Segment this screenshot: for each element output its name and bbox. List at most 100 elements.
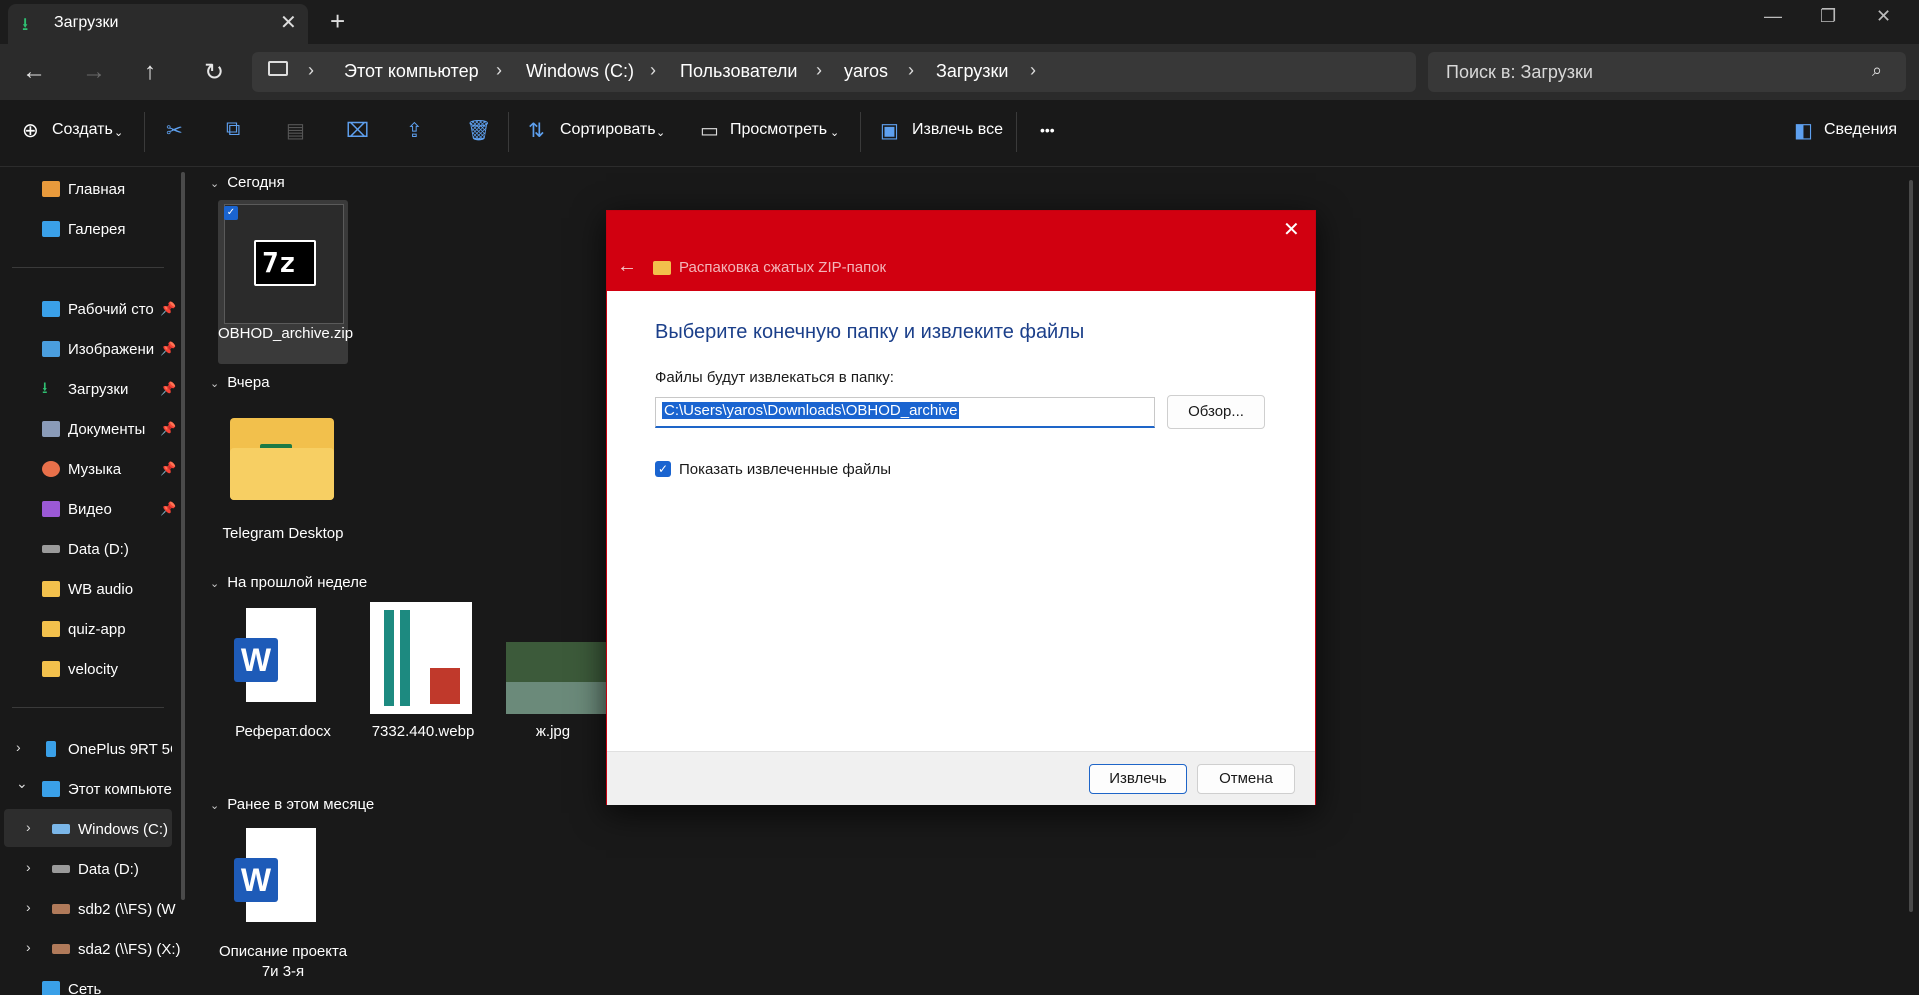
- view-button[interactable]: Просмотреть: [730, 121, 827, 139]
- file-tile-webp[interactable]: 7332.440.webp: [358, 602, 488, 752]
- sidebar-item-data-d[interactable]: Data (D:): [12, 533, 172, 567]
- pin-icon[interactable]: 📌: [160, 421, 176, 437]
- more-options-icon[interactable]: •••: [1040, 122, 1055, 138]
- sidebar-item-label: Сеть: [68, 981, 102, 995]
- sidebar-item-velocity[interactable]: velocity: [12, 653, 172, 687]
- cut-icon[interactable]: ✂: [166, 118, 183, 143]
- group-header-earlier-month[interactable]: ⌄ Ранее в этом месяце: [210, 796, 374, 813]
- group-label: Вчера: [227, 374, 270, 391]
- breadcrumb-users[interactable]: Пользователи: [680, 61, 797, 82]
- tab-close-icon[interactable]: ✕: [280, 10, 297, 35]
- rename-icon[interactable]: ⌧: [346, 118, 369, 143]
- sidebar-item-downloads[interactable]: ⭳ Загрузки: [12, 373, 172, 407]
- create-button[interactable]: Создать: [52, 121, 113, 139]
- sidebar-item-pictures[interactable]: Изображени: [12, 333, 172, 367]
- paste-icon[interactable]: ▤: [286, 118, 305, 143]
- search-input[interactable]: Поиск в: Загрузки: [1446, 62, 1593, 83]
- file-tile-archive[interactable]: ✓ 7z OBHOD_archive.zip: [218, 200, 353, 364]
- group-header-yesterday[interactable]: ⌄ Вчера: [210, 374, 270, 391]
- chevron-down-icon: ⌄: [210, 578, 220, 590]
- content-scrollbar[interactable]: [1909, 180, 1913, 912]
- sidebar-item-label: Рабочий сто: [68, 301, 154, 318]
- forward-arrow-icon[interactable]: →: [82, 58, 106, 86]
- file-tile-referat[interactable]: W Реферат.docx: [218, 602, 348, 752]
- sidebar-item-home[interactable]: Главная: [12, 173, 172, 207]
- tab-downloads[interactable]: ⭳ Загрузки ✕: [8, 4, 308, 44]
- sidebar-item-label: Windows (C:): [78, 821, 169, 838]
- back-arrow-icon[interactable]: ←: [22, 58, 46, 86]
- extract-all-button[interactable]: Извлечь все: [912, 121, 1003, 139]
- breadcrumb-windows-c[interactable]: Windows (C:): [526, 61, 634, 82]
- view-icon[interactable]: ▭: [700, 118, 719, 143]
- destination-path-input[interactable]: C:\Users\yaros\Downloads\OBHOD_archive: [655, 397, 1155, 428]
- chevron-down-icon[interactable]: ⌄: [114, 126, 123, 139]
- file-tile-telegram[interactable]: Telegram Desktop: [218, 400, 348, 570]
- sort-button[interactable]: Сортировать: [560, 121, 656, 139]
- sidebar-item-network[interactable]: Сеть: [12, 973, 172, 995]
- pin-icon[interactable]: 📌: [160, 461, 176, 477]
- up-arrow-icon[interactable]: ↑: [144, 58, 156, 86]
- sidebar-scrollbar[interactable]: [181, 172, 185, 900]
- back-arrow-icon[interactable]: ←: [617, 255, 637, 278]
- sidebar-item-this-pc[interactable]: Этот компьютер: [12, 773, 172, 807]
- sidebar-item-gallery[interactable]: Галерея: [12, 213, 172, 247]
- breadcrumb-yaros[interactable]: yaros: [844, 61, 888, 82]
- pin-icon[interactable]: 📌: [160, 381, 176, 397]
- delete-icon[interactable]: 🗑: [466, 118, 491, 143]
- chevron-down-icon[interactable]: ⌄: [830, 126, 839, 139]
- sidebar-item-phone[interactable]: OnePlus 9RT 5G: [12, 733, 172, 767]
- sidebar-item-documents[interactable]: Документы: [12, 413, 172, 447]
- sidebar-item-quiz-app[interactable]: quiz-app: [12, 613, 172, 647]
- sidebar-item-videos[interactable]: Видео: [12, 493, 172, 527]
- title-bar: ⭳ Загрузки ✕ + — ❐ ✕: [0, 0, 1919, 44]
- sidebar-item-label: quiz-app: [68, 621, 126, 638]
- sort-icon[interactable]: ⇅: [528, 118, 545, 143]
- word-document-icon: W: [234, 608, 316, 702]
- chevron-down-icon[interactable]: ⌄: [656, 126, 665, 139]
- browse-button[interactable]: Обзор...: [1167, 395, 1265, 429]
- new-tab-button[interactable]: +: [330, 6, 345, 37]
- search-box[interactable]: Поиск в: Загрузки ⌕: [1428, 52, 1906, 92]
- cancel-button[interactable]: Отмена: [1197, 764, 1295, 794]
- show-files-checkbox[interactable]: ✓: [655, 461, 671, 477]
- extract-icon[interactable]: ▣: [880, 118, 899, 143]
- extract-button[interactable]: Извлечь: [1089, 764, 1187, 794]
- restore-icon[interactable]: ❐: [1820, 6, 1836, 27]
- pin-icon[interactable]: 📌: [160, 501, 176, 517]
- sidebar-item-label: Музыка: [68, 461, 122, 478]
- sidebar-item-wb-audio[interactable]: WB audio: [12, 573, 172, 607]
- show-files-label[interactable]: Показать извлеченные файлы: [679, 461, 891, 478]
- sidebar-item-desktop[interactable]: Рабочий сто: [12, 293, 172, 327]
- checkbox-icon[interactable]: ✓: [224, 206, 238, 220]
- sidebar-item-windows-c[interactable]: Windows (C:): [22, 813, 182, 847]
- share-icon[interactable]: ⇪: [406, 118, 423, 143]
- sidebar-item-sdb2[interactable]: sdb2 (\\FS) (W: [22, 893, 182, 927]
- address-bar[interactable]: › Этот компьютер › Windows (C:) › Пользо…: [252, 52, 1416, 92]
- group-header-today[interactable]: ⌄ Сегодня: [210, 174, 285, 191]
- file-tile-jpg[interactable]: ж.jpg: [498, 602, 610, 752]
- group-header-last-week[interactable]: ⌄ На прошлой неделе: [210, 574, 367, 591]
- refresh-icon[interactable]: ↻: [204, 58, 224, 87]
- pin-icon[interactable]: 📌: [160, 341, 176, 357]
- plus-circle-icon[interactable]: ⊕: [22, 118, 39, 143]
- sidebar-item-sda2[interactable]: sda2 (\\FS) (X:): [22, 933, 182, 967]
- pin-icon[interactable]: 📌: [160, 301, 176, 317]
- sidebar-item-label: Изображени: [68, 341, 155, 358]
- file-tile-description[interactable]: W Описание проекта 7и 3-я: [218, 822, 348, 995]
- chevron-down-icon: ⌄: [210, 378, 220, 390]
- sidebar-item-music[interactable]: Музыка: [12, 453, 172, 487]
- close-icon[interactable]: ✕: [1283, 217, 1300, 242]
- image-thumbnail: [506, 642, 610, 714]
- chevron-right-icon[interactable]: ›: [1030, 60, 1036, 81]
- copy-icon[interactable]: ⧉: [226, 118, 240, 141]
- minimize-icon[interactable]: —: [1764, 6, 1782, 27]
- sidebar-item-data-d-tree[interactable]: Data (D:): [22, 853, 182, 887]
- drive-icon: [52, 824, 70, 834]
- sidebar-item-label: Этот компьютер: [68, 781, 172, 798]
- details-button[interactable]: Сведения: [1824, 121, 1897, 139]
- breadcrumb-this-pc[interactable]: Этот компьютер: [344, 61, 479, 82]
- details-pane-icon[interactable]: ◧: [1794, 118, 1813, 143]
- search-icon[interactable]: ⌕: [1872, 60, 1882, 81]
- close-window-icon[interactable]: ✕: [1876, 6, 1891, 27]
- breadcrumb-downloads[interactable]: Загрузки: [936, 61, 1008, 82]
